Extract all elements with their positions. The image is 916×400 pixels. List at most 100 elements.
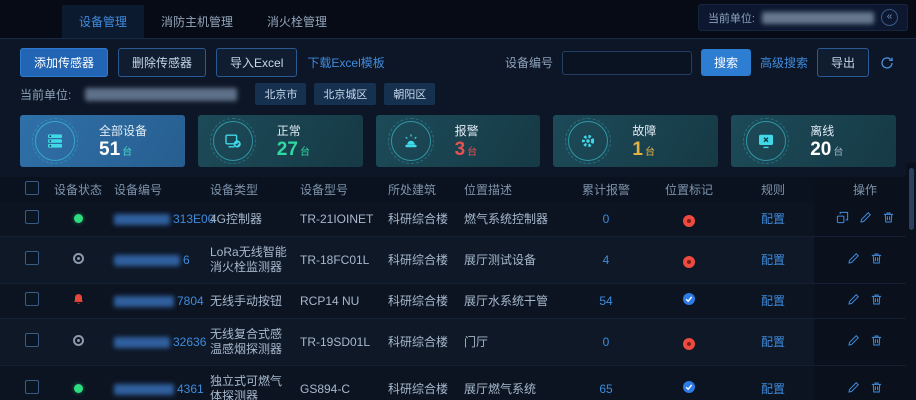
device-status-cell — [46, 202, 110, 237]
top-bar: 设备管理消防主机管理消火栓管理 当前单位: « — [0, 0, 916, 39]
unit-row-label: 当前单位: — [20, 86, 71, 103]
alarm-count-link[interactable]: 4 — [603, 253, 610, 267]
row-checkbox[interactable] — [25, 380, 39, 394]
device-number-cell: 4361 — [110, 366, 206, 400]
download-excel-template-link[interactable]: 下载Excel模板 — [307, 54, 384, 71]
rule-configure-link[interactable]: 配置 — [761, 382, 785, 396]
region-chip[interactable]: 朝阳区 — [384, 83, 435, 105]
row-checkbox[interactable] — [25, 210, 39, 224]
device-model-cell: GS894-C — [296, 366, 384, 400]
device-check-icon — [213, 121, 253, 161]
region-chips: 北京市北京城区朝阳区 — [255, 83, 435, 105]
current-unit-row: 当前单位: 北京市北京城区朝阳区 — [20, 83, 896, 105]
delete-button[interactable] — [870, 334, 883, 350]
alarm-count-link[interactable]: 65 — [599, 382, 612, 396]
edit-button[interactable] — [847, 334, 860, 350]
stat-card-alarm[interactable]: 报警3台 — [376, 115, 541, 167]
operations-cell — [814, 366, 916, 400]
tab-hydrant-management[interactable]: 消火栓管理 — [250, 5, 344, 38]
device-status-cell — [46, 319, 110, 366]
stat-card-normal[interactable]: 正常27台 — [198, 115, 363, 167]
row-select-cell — [0, 284, 46, 319]
rule-configure-link[interactable]: 配置 — [761, 253, 785, 267]
delete-button[interactable] — [870, 252, 883, 268]
app-root: 设备管理消防主机管理消火栓管理 当前单位: « 添加传感器 删除传感器 导入Ex… — [0, 0, 916, 400]
alarm-count-cell: 4 — [566, 237, 646, 284]
location-marker-cell — [646, 202, 732, 237]
location-cell: 展厅测试设备 — [460, 237, 566, 284]
location-cell: 展厅燃气系统 — [460, 366, 566, 400]
alarm-count-link[interactable]: 0 — [603, 335, 610, 349]
device-number-link[interactable]: 313E00 — [173, 212, 214, 226]
advanced-search-link[interactable]: 高级搜索 — [760, 54, 808, 71]
table-row: 7804无线手动按钮RCP14 NU科研综合楼展厅水系统干管54配置 — [0, 284, 916, 319]
delete-button[interactable] — [870, 381, 883, 397]
location-unmarked-icon — [683, 338, 695, 350]
stat-card-offline[interactable]: 离线20台 — [731, 115, 896, 167]
device-no-input[interactable] — [562, 51, 692, 75]
row-checkbox[interactable] — [25, 251, 39, 265]
tab-device-management[interactable]: 设备管理 — [62, 5, 144, 38]
stat-number: 51 — [99, 139, 120, 160]
alarm-count-link[interactable]: 0 — [603, 212, 610, 226]
rule-configure-link[interactable]: 配置 — [761, 294, 785, 308]
export-button[interactable]: 导出 — [817, 48, 869, 77]
add-sensor-button[interactable]: 添加传感器 — [20, 48, 108, 77]
collapse-icon[interactable]: « — [881, 9, 898, 26]
tab-bar: 设备管理消防主机管理消火栓管理 — [62, 5, 344, 38]
stat-value: 20台 — [810, 140, 843, 160]
row-checkbox[interactable] — [25, 292, 39, 306]
device-type-cell: 独立式可燃气体探测器 — [206, 366, 296, 400]
import-excel-button[interactable]: 导入Excel — [216, 48, 297, 77]
siren-icon — [391, 121, 431, 161]
delete-button[interactable] — [882, 211, 895, 227]
rule-configure-link[interactable]: 配置 — [761, 335, 785, 349]
location-cell: 燃气系统控制器 — [460, 202, 566, 237]
device-model-cell: TR-21IOINET — [296, 202, 384, 237]
vertical-scrollbar — [906, 163, 916, 400]
rule-configure-link[interactable]: 配置 — [761, 212, 785, 226]
stat-number: 20 — [810, 139, 831, 160]
column-header: 设备类型 — [206, 177, 296, 202]
stat-unit: 台 — [833, 147, 843, 158]
table-row: 313E004G控制器TR-21IOINET科研综合楼燃气系统控制器0配置 — [0, 202, 916, 237]
region-chip[interactable]: 北京市 — [255, 83, 306, 105]
operations-cell — [814, 202, 916, 237]
row-select-cell — [0, 202, 46, 237]
delete-button[interactable] — [870, 293, 883, 309]
location-marker-cell — [646, 319, 732, 366]
scrollbar-thumb[interactable] — [909, 168, 914, 230]
location-unmarked-icon — [683, 256, 695, 268]
device-number-link[interactable]: 32636 — [173, 335, 206, 349]
location-cell: 门厅 — [460, 319, 566, 366]
alarm-count-cell: 0 — [566, 202, 646, 237]
device-number-link[interactable]: 4361 — [177, 382, 204, 396]
device-number-link[interactable]: 7804 — [177, 294, 204, 308]
alarm-count-link[interactable]: 54 — [599, 294, 612, 308]
status-alarm-icon — [72, 295, 85, 309]
edit-button[interactable] — [847, 381, 860, 397]
refresh-icon[interactable] — [878, 54, 896, 72]
table-row: 32636无线复合式感温感烟探测器TR-19SD01L科研综合楼门厅0配置 — [0, 319, 916, 366]
building-cell: 科研综合楼 — [384, 284, 460, 319]
current-unit-label: 当前单位: — [708, 10, 755, 26]
edit-button[interactable] — [847, 252, 860, 268]
edit-button[interactable] — [859, 211, 872, 227]
column-header: 操作 — [814, 177, 916, 202]
row-checkbox[interactable] — [25, 333, 39, 347]
delete-sensor-button[interactable]: 删除传感器 — [118, 48, 206, 77]
edit-button[interactable] — [847, 293, 860, 309]
device-table: 设备状态设备编号设备类型设备型号所处建筑位置描述累计报警位置标记规则操作 313… — [0, 177, 916, 400]
stat-card-fault[interactable]: 故障1台 — [553, 115, 718, 167]
device-model-cell: RCP14 NU — [296, 284, 384, 319]
stat-card-all[interactable]: 全部设备51台 — [20, 115, 185, 167]
search-button[interactable]: 搜索 — [701, 49, 751, 76]
stat-text: 故障1台 — [632, 122, 656, 160]
device-number-link[interactable]: 6 — [183, 253, 190, 267]
region-chip[interactable]: 北京城区 — [314, 83, 376, 105]
tab-fire-host-management[interactable]: 消防主机管理 — [144, 5, 250, 38]
stat-text: 全部设备51台 — [99, 122, 147, 160]
assign-device-button[interactable] — [836, 211, 849, 227]
device-number-redacted — [114, 296, 174, 307]
select-all-checkbox[interactable] — [25, 181, 39, 195]
